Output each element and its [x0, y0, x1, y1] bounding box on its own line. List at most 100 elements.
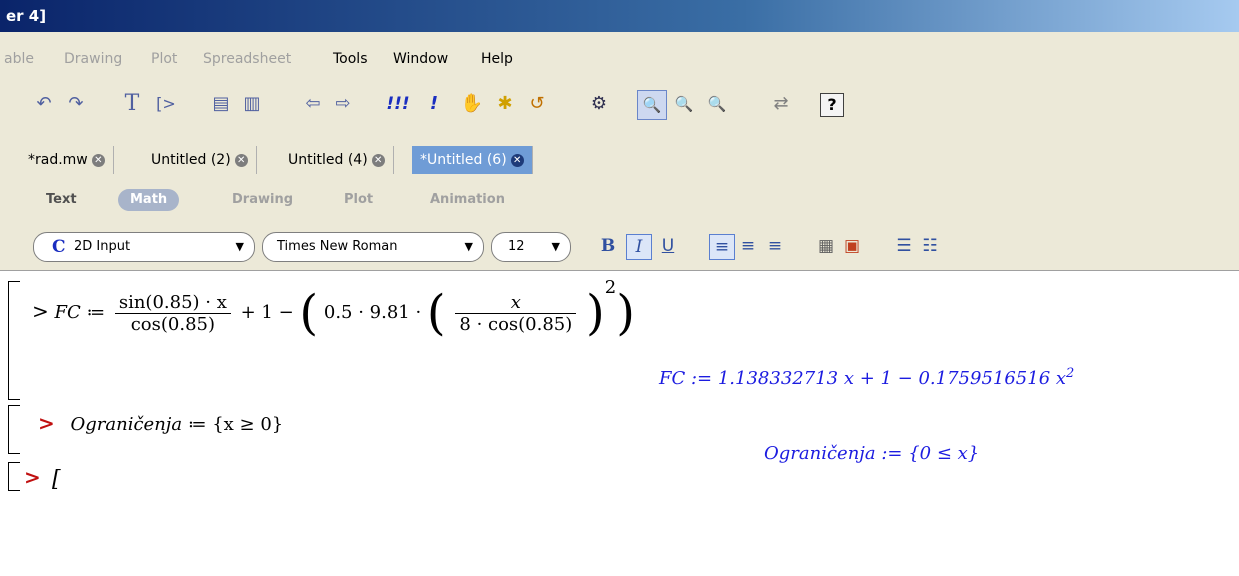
bracket-top [8, 281, 20, 282]
coefficient: 0.5 · 9.81 · [323, 302, 422, 323]
mode-math[interactable]: Math [118, 189, 180, 211]
output-1-text: FC := 1.138332713 x + 1 − 0.1759516516 x [659, 368, 1067, 389]
input-prompt: > [24, 465, 41, 489]
tab-untitled-4[interactable]: Untitled (4) ✕ [280, 146, 394, 174]
font-size-label: 12 [508, 239, 525, 254]
close-tab-icon[interactable]: ✕ [371, 153, 385, 167]
tab-untitled-2[interactable]: Untitled (2) ✕ [143, 146, 257, 174]
execution-group-bracket [8, 405, 9, 453]
menu-item-plot[interactable]: Plot [151, 51, 177, 67]
forward-arrow-icon[interactable]: ⇨ [329, 90, 357, 118]
execution-group-bracket [8, 462, 9, 490]
menu-item-window[interactable]: Window [393, 51, 448, 67]
zoom-200-icon[interactable]: 🔍 [703, 90, 731, 118]
restart-icon[interactable]: ↺ [523, 90, 551, 118]
bullet-list-icon[interactable]: ☰ [892, 234, 916, 258]
indent-icon[interactable]: ▤ [207, 90, 235, 118]
bracket-bottom [8, 490, 20, 491]
zoom-150-icon[interactable]: 🔍 [670, 90, 698, 118]
text-mode-icon[interactable]: T [118, 90, 146, 118]
help-icon[interactable]: ? [820, 93, 844, 117]
menu-item-spreadsheet[interactable]: Spreadsheet [203, 51, 291, 67]
output-1-exponent: 2 [1066, 366, 1075, 381]
tab-label: *Untitled (6) [420, 152, 507, 168]
text-color-icon[interactable]: ▦ [814, 234, 838, 258]
bold-button[interactable]: B [596, 234, 620, 258]
execution-group-bracket [8, 281, 9, 399]
close-paren-inner: ) [586, 285, 605, 341]
align-center-icon[interactable]: ≡ [736, 234, 760, 258]
mode-drawing[interactable]: Drawing [220, 189, 305, 211]
undo-icon[interactable]: ↶ [30, 90, 58, 118]
worksheet[interactable]: > FC ≔ sin(0.85) · x cos(0.85) + 1 − ( 0… [0, 271, 1239, 576]
back-arrow-icon[interactable]: ⇦ [299, 90, 327, 118]
mode-animation[interactable]: Animation [418, 189, 517, 211]
underline-button[interactable]: U [656, 234, 680, 258]
numbered-list-icon[interactable]: ☷ [918, 234, 942, 258]
stop-icon[interactable]: ✋ [458, 90, 486, 118]
assign-operator: ≔ [187, 414, 207, 435]
menu-item-drawing[interactable]: Drawing [64, 51, 122, 67]
bracket-top [8, 462, 20, 463]
fraction-1: sin(0.85) · x cos(0.85) [114, 292, 231, 335]
outdent-icon[interactable]: ▥ [238, 90, 266, 118]
tab-label: *rad.mw [28, 152, 88, 168]
execute-icon[interactable]: ! [420, 90, 448, 118]
plus-one-minus: + 1 − [240, 302, 294, 323]
input-mode-select[interactable]: C 2D Input ▼ [33, 232, 255, 262]
font-label: Times New Roman [277, 239, 398, 254]
text-cursor[interactable]: [ [52, 467, 61, 492]
swap-icon[interactable]: ⇄ [767, 90, 795, 118]
menu-item-help[interactable]: Help [481, 51, 513, 67]
zoom-100-icon[interactable]: 🔍 [637, 90, 667, 120]
settings-gear-icon[interactable]: ⚙ [585, 90, 613, 118]
fraction-1-denominator: cos(0.85) [130, 313, 215, 335]
highlight-color-icon[interactable]: ▣ [840, 234, 864, 258]
main-toolbar: ↶ ↷ T [> ▤ ▥ ⇦ ⇨ !!! ! ✋ ✱ ↺ ⚙ 🔍 🔍 🔍 ⇄ ? [0, 72, 1239, 142]
mode-text[interactable]: Text [34, 189, 89, 211]
menu-item-tools[interactable]: Tools [333, 51, 368, 67]
bracket-top [8, 405, 20, 406]
tab-label: Untitled (2) [151, 152, 231, 168]
document-tabs: *rad.mw ✕ Untitled (2) ✕ Untitled (4) ✕ *Un… [0, 142, 1239, 180]
fraction-1-numerator: sin(0.85) · x [114, 292, 231, 314]
open-paren: ( [299, 285, 319, 341]
execute-all-icon[interactable]: !!! [384, 90, 412, 118]
align-left-icon[interactable]: ≡ [709, 234, 735, 260]
close-tab-icon[interactable]: ✕ [510, 153, 524, 167]
menu-item-table[interactable]: able [4, 51, 34, 67]
chevron-down-icon: ▼ [464, 240, 473, 253]
fraction-2-denominator: 8 · cos(0.85) [459, 313, 573, 335]
exponent: 2 [604, 277, 617, 298]
window-title: er 4] [6, 7, 47, 25]
input-expression-1[interactable]: > FC ≔ sin(0.85) · x cos(0.85) + 1 − ( 0… [32, 277, 635, 341]
input-mode-label: 2D Input [74, 239, 131, 254]
chevron-down-icon: ▼ [551, 240, 560, 253]
mode-plot[interactable]: Plot [332, 189, 385, 211]
close-tab-icon[interactable]: ✕ [91, 153, 105, 167]
italic-button[interactable]: I [626, 234, 652, 260]
tab-label: Untitled (4) [288, 152, 368, 168]
variable-ogranicenja: Ograničenja [70, 414, 183, 435]
align-right-icon[interactable]: ≡ [763, 234, 787, 258]
output-expression-2: Ograničenja := {0 ≤ x} [764, 443, 980, 464]
input-mode-icon: C [52, 237, 66, 257]
variable-fc: FC [54, 302, 81, 323]
open-paren-inner: ( [426, 285, 446, 341]
bracket-bottom [8, 399, 20, 400]
bracket-bottom [8, 453, 20, 454]
input-prompt: > [32, 299, 49, 323]
fraction-2-numerator: x [455, 292, 577, 314]
close-paren: ) [616, 285, 635, 341]
input-expression-2[interactable]: > Ograničenja ≔ {x ≥ 0} [38, 411, 283, 435]
tab-untitled-6[interactable]: *Untitled (6) ✕ [412, 146, 533, 174]
menu-bar: able Drawing Plot Spreadsheet Tools Wind… [0, 32, 1239, 72]
font-select[interactable]: Times New Roman ▼ [262, 232, 484, 262]
execution-group-icon[interactable]: [> [152, 90, 180, 118]
debug-icon[interactable]: ✱ [491, 90, 519, 118]
font-size-select[interactable]: 12 ▼ [491, 232, 571, 262]
close-tab-icon[interactable]: ✕ [234, 153, 248, 167]
redo-icon[interactable]: ↷ [62, 90, 90, 118]
title-bar: er 4] [0, 0, 1239, 32]
tab-rad-mw[interactable]: *rad.mw ✕ [20, 146, 114, 174]
